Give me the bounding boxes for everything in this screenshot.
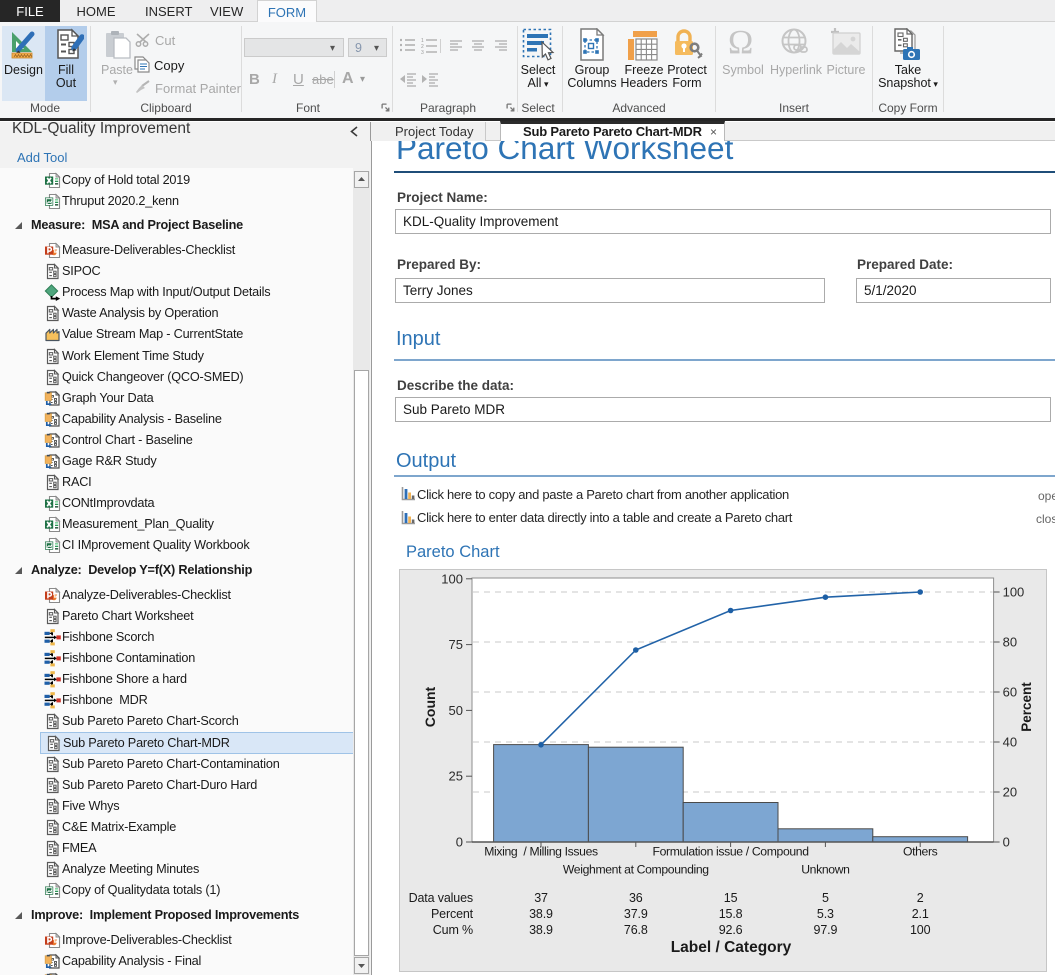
svg-text:38.9: 38.9 xyxy=(529,923,553,937)
svg-text:Weighment at Compounding: Weighment at Compounding xyxy=(563,863,709,877)
svg-text:37.9: 37.9 xyxy=(624,907,648,921)
svg-text:Percent: Percent xyxy=(1019,682,1034,732)
svg-text:5.3: 5.3 xyxy=(817,907,834,921)
svg-text:75: 75 xyxy=(449,637,463,652)
svg-text:100: 100 xyxy=(441,571,463,586)
svg-text:Data values: Data values xyxy=(409,891,473,905)
svg-text:100: 100 xyxy=(910,923,931,937)
svg-text:100: 100 xyxy=(1003,585,1025,600)
svg-text:92.6: 92.6 xyxy=(719,923,743,937)
svg-text:Label / Category: Label / Category xyxy=(671,939,792,956)
svg-text:25: 25 xyxy=(449,769,463,784)
svg-text:3: 3 xyxy=(421,50,424,54)
svg-text:38.9: 38.9 xyxy=(529,907,553,921)
svg-text:Count: Count xyxy=(422,686,438,727)
svg-text:Percent: Percent xyxy=(431,907,474,921)
svg-text:76.8: 76.8 xyxy=(624,923,648,937)
svg-text:0: 0 xyxy=(1003,835,1010,850)
svg-text:5: 5 xyxy=(822,891,829,905)
svg-text:50: 50 xyxy=(449,703,463,718)
svg-text:40: 40 xyxy=(1003,735,1017,750)
svg-text:0: 0 xyxy=(456,835,463,850)
svg-text:80: 80 xyxy=(1003,635,1017,650)
svg-text:Unknown: Unknown xyxy=(801,863,849,877)
svg-text:36: 36 xyxy=(629,891,643,905)
svg-text:Mixing / Milling Issues: Mixing / Milling Issues xyxy=(484,845,598,859)
svg-text:Others: Others xyxy=(903,845,938,859)
svg-text:37: 37 xyxy=(534,891,548,905)
svg-text:15.8: 15.8 xyxy=(719,907,743,921)
svg-text:15: 15 xyxy=(724,891,738,905)
svg-text:2: 2 xyxy=(917,891,924,905)
svg-text:2.1: 2.1 xyxy=(912,907,929,921)
svg-text:20: 20 xyxy=(1003,785,1017,800)
svg-text:97.9: 97.9 xyxy=(814,923,838,937)
svg-text:Formulation issue / Compound: Formulation issue / Compound xyxy=(653,845,809,859)
svg-text:60: 60 xyxy=(1003,685,1017,700)
svg-text:Cum %: Cum % xyxy=(433,923,473,937)
